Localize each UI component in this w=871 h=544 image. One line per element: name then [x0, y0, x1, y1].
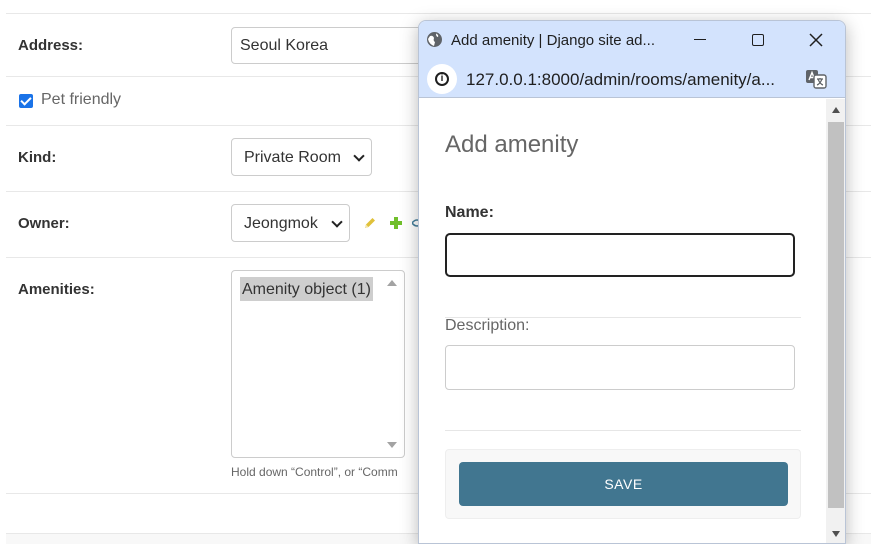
minimize-button[interactable] [677, 21, 723, 59]
row-divider [6, 13, 871, 14]
maximize-icon [752, 34, 764, 46]
window-titlebar[interactable]: Add amenity | Django site ad... [419, 21, 845, 59]
chevron-down-icon [353, 150, 365, 162]
amenities-multiselect[interactable]: Amenity object (1) [231, 270, 405, 458]
description-label: Description: [445, 317, 530, 334]
name-input[interactable] [445, 233, 795, 277]
pet-friendly-checkbox[interactable] [19, 94, 33, 108]
scrollbar-thumb[interactable] [828, 122, 844, 508]
plus-icon[interactable] [389, 216, 403, 230]
submit-row: SAVE [445, 449, 801, 519]
kind-select-value: Private Room [244, 149, 341, 166]
page-title: Add amenity [445, 131, 579, 158]
translate-icon[interactable] [805, 69, 827, 89]
owner-select[interactable]: Jeongmok [231, 204, 350, 242]
chevron-down-icon [331, 216, 343, 228]
info-icon: i [435, 72, 449, 86]
address-input[interactable]: Seoul Korea [231, 27, 431, 64]
pencil-icon[interactable] [363, 216, 377, 230]
description-input[interactable] [445, 345, 795, 390]
site-info-button[interactable]: i [427, 64, 457, 94]
amenities-option[interactable]: Amenity object (1) [240, 277, 373, 301]
close-icon [809, 33, 823, 47]
save-button[interactable]: SAVE [459, 462, 788, 506]
window-title: Add amenity | Django site ad... [451, 32, 656, 49]
scroll-down-arrow-icon[interactable] [387, 442, 397, 448]
maximize-button[interactable] [735, 21, 781, 59]
scroll-down-arrow-icon[interactable] [832, 531, 840, 537]
amenities-label: Amenities: [18, 281, 95, 298]
popup-window: Add amenity | Django site ad... i 127.0.… [418, 20, 846, 544]
name-label: Name: [445, 204, 494, 221]
scroll-up-arrow-icon[interactable] [387, 280, 397, 286]
owner-label: Owner: [18, 215, 70, 232]
url-text[interactable]: 127.0.0.1:8000/admin/rooms/amenity/a... [466, 70, 796, 90]
kind-label: Kind: [18, 149, 57, 166]
kind-select[interactable]: Private Room [231, 138, 372, 176]
globe-icon [427, 32, 442, 47]
address-label: Address: [18, 37, 84, 54]
amenities-help-text: Hold down “Control”, or “Comm [231, 465, 398, 479]
vertical-scrollbar[interactable] [826, 99, 845, 543]
address-bar[interactable]: i 127.0.0.1:8000/admin/rooms/amenity/a..… [419, 59, 845, 98]
close-button[interactable] [793, 21, 839, 59]
pet-friendly-label: Pet friendly [41, 91, 122, 108]
scroll-up-arrow-icon[interactable] [832, 107, 840, 113]
popup-page: Add amenity Name: Description: SAVE [419, 99, 845, 543]
minimize-icon [694, 39, 706, 40]
row-divider [445, 430, 801, 431]
owner-select-value: Jeongmok [244, 215, 318, 232]
